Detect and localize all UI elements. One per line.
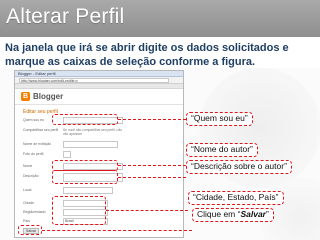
blogger-header: B Blogger	[15, 89, 183, 105]
display-name-field[interactable]	[63, 141, 118, 148]
field-label: Descrição	[23, 174, 39, 178]
connector-salvar	[42, 230, 192, 231]
callout-descricao: “Descrição sobre o autor”	[186, 160, 292, 174]
highlight-quem-sou-eu	[52, 114, 118, 125]
callout-salvar-word: Salvar	[240, 209, 266, 219]
field-label: Região/estado	[23, 210, 46, 214]
highlight-descricao	[52, 170, 118, 184]
browser-url-bar[interactable]: http://www.blogger.com/edit-profile.g	[15, 77, 183, 84]
field-label: País	[23, 219, 31, 223]
profile-photo-box[interactable]	[63, 151, 71, 158]
form-row-local: Local	[23, 187, 173, 196]
browser-window-title: Blogger - Editar perfil	[18, 71, 56, 76]
connector-quem-sou-eu	[118, 119, 186, 120]
blogger-logo-icon: B	[21, 92, 30, 101]
connector-descricao	[118, 177, 186, 178]
field-label: Compartilhar seu perfil	[23, 128, 59, 132]
field-label: Nome de exibição	[23, 142, 52, 146]
field-label: Cidade	[23, 201, 35, 205]
field-label: Local	[23, 188, 32, 192]
form-row-compartilhar: Compartilhar seu perfil Se você não comp…	[23, 127, 173, 136]
callout-salvar-suffix: ”	[266, 209, 269, 219]
field-label: Nome	[23, 164, 33, 168]
slide-title: Alterar Perfil	[6, 5, 125, 28]
highlight-cidade	[52, 196, 106, 225]
connector-nome	[118, 165, 186, 166]
callout-salvar-prefix: Clique em “	[197, 209, 241, 219]
callout-nome-autor: “Nome do autor”	[186, 143, 258, 157]
highlight-salvar	[18, 225, 42, 235]
field-label: Foto do perfil	[23, 152, 44, 156]
local-field[interactable]	[63, 187, 113, 194]
callout-salvar: Clique em “Salvar”	[192, 208, 274, 222]
callout-quem-sou-eu: “Quem sou eu”	[186, 112, 253, 126]
slide-title-bar: Alterar Perfil	[0, 0, 320, 37]
form-row-nome-exibicao: Nome de exibição	[23, 141, 173, 150]
blogger-name: Blogger	[33, 92, 64, 101]
share-profile-note: Se você não compartilhar seu perfil, não…	[63, 128, 123, 136]
instruction-text: Na janela que irá se abrir digite os dad…	[5, 42, 289, 68]
connector-cidade	[106, 210, 188, 211]
form-row-foto: Foto do perfil	[23, 151, 173, 160]
field-label: Quem sou eu	[23, 118, 45, 122]
browser-url[interactable]: http://www.blogger.com/edit-profile.g	[19, 78, 169, 83]
callout-cidade: “Cidade, Estado, País”	[188, 191, 284, 205]
